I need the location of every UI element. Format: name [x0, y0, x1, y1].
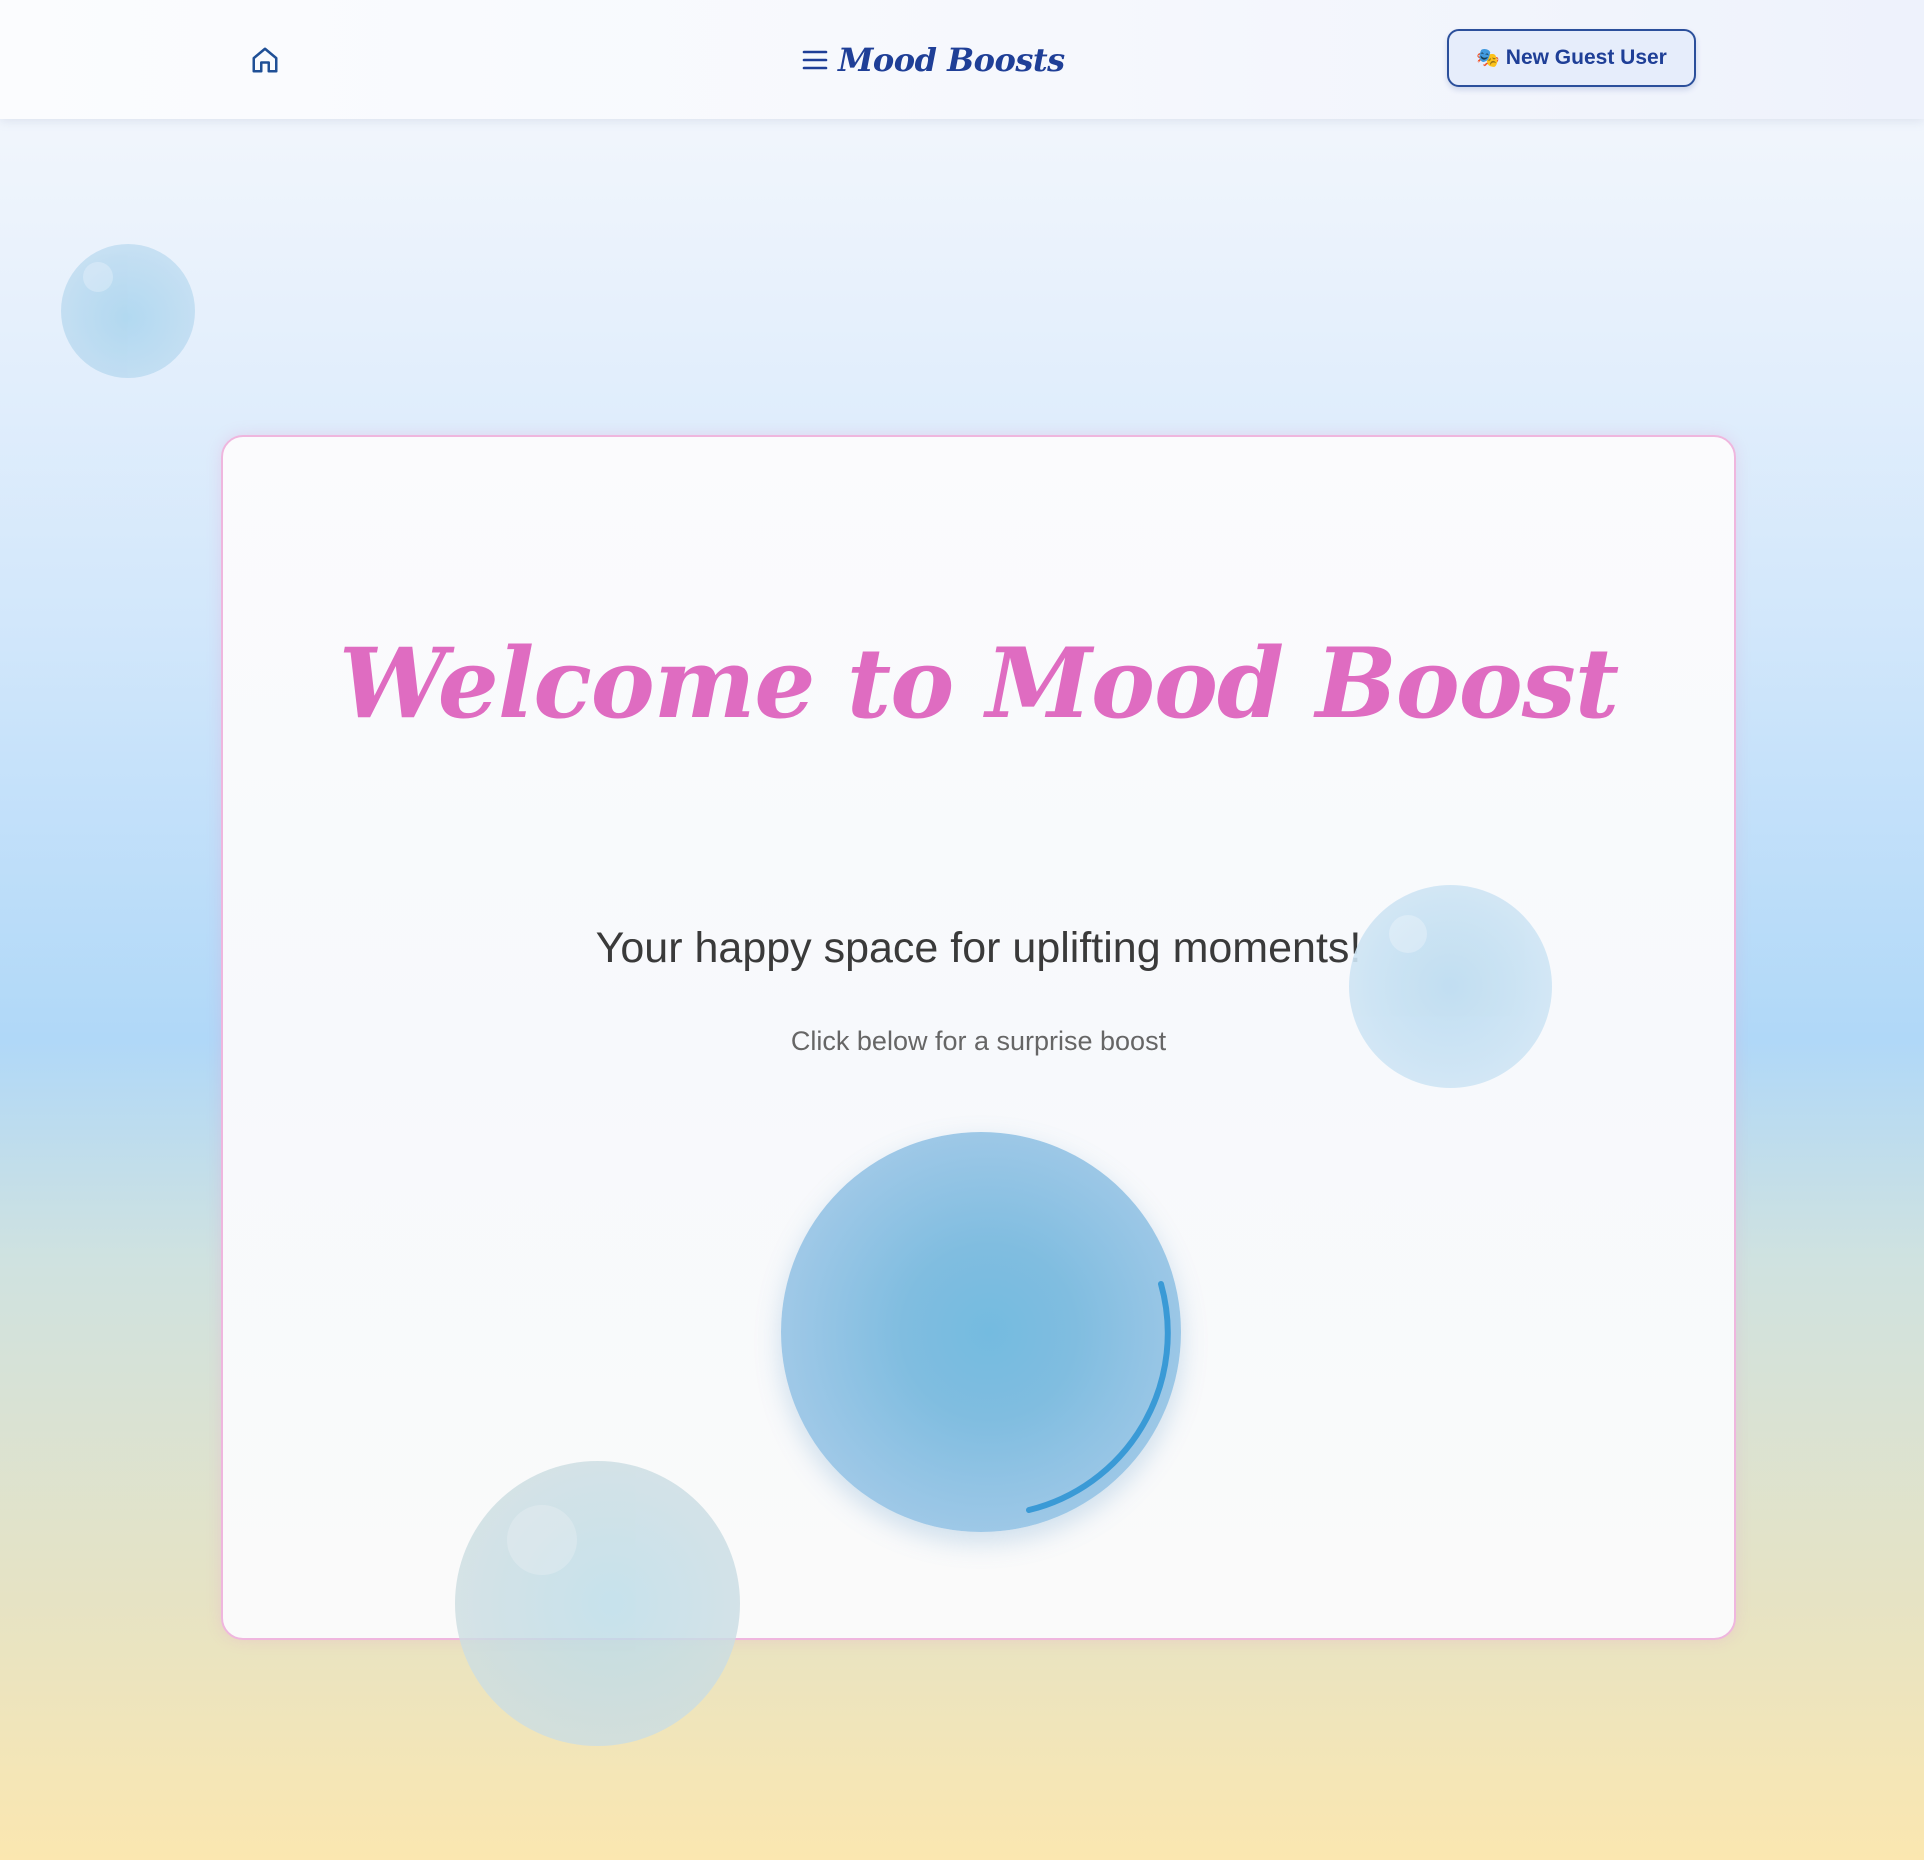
menu-icon[interactable] — [800, 45, 830, 75]
brand: Mood Boosts — [800, 30, 1065, 90]
decorative-bubble — [455, 1461, 740, 1746]
decorative-bubble — [61, 244, 195, 378]
guest-button-label: New Guest User — [1505, 46, 1667, 69]
welcome-title: Welcome to Mood Boost — [338, 627, 1619, 740]
decorative-bubble — [1349, 885, 1552, 1088]
home-button[interactable] — [247, 42, 283, 78]
loading-spinner-icon — [1026, 1281, 1171, 1513]
brand-title[interactable]: Mood Boosts — [838, 41, 1065, 79]
surprise-boost-button[interactable] — [781, 1132, 1181, 1532]
new-guest-user-button[interactable]: 🎭 New Guest User — [1447, 29, 1696, 87]
top-nav-bar: Mood Boosts 🎭 New Guest User — [0, 0, 1924, 119]
theater-masks-icon: 🎭 — [1476, 48, 1500, 69]
home-icon — [252, 47, 278, 73]
